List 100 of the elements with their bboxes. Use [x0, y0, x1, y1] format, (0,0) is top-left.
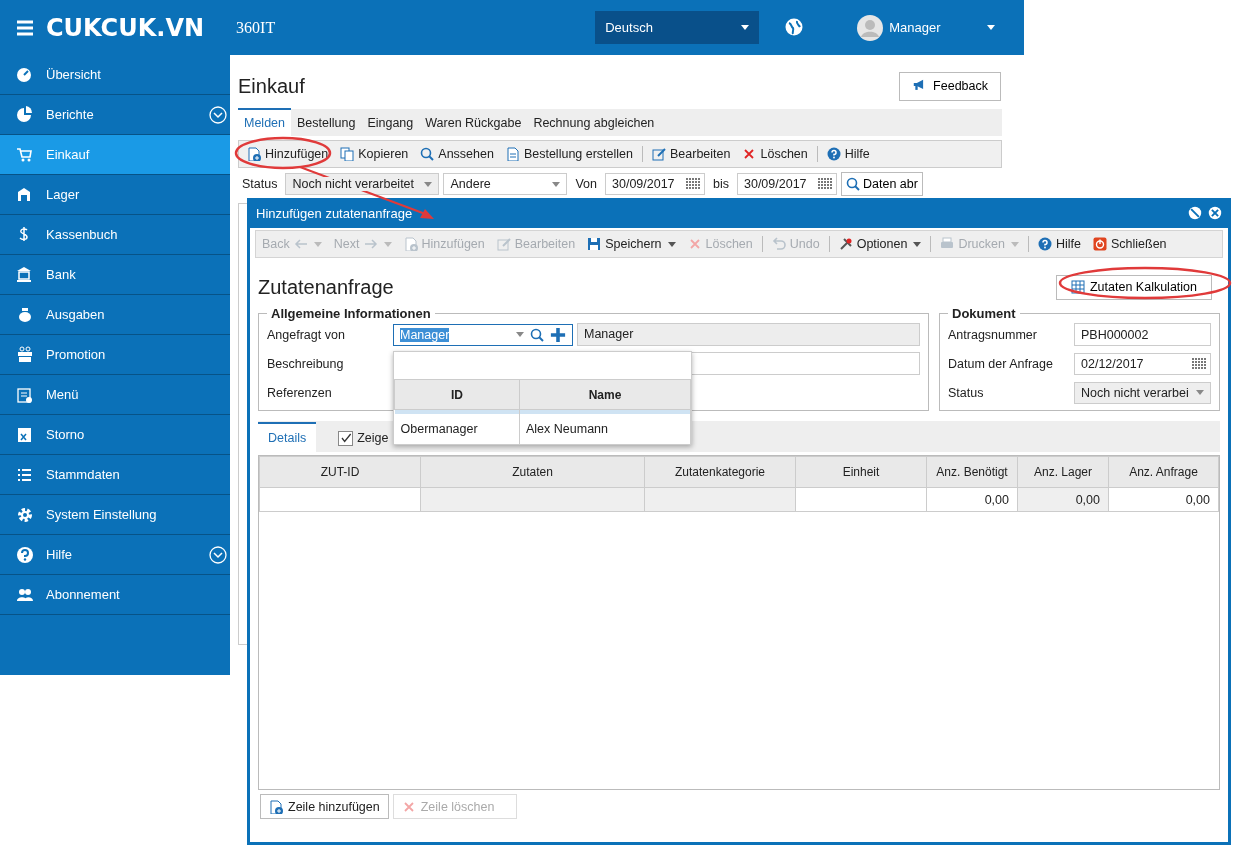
status-dropdown[interactable]: Noch nicht verarbei	[1074, 381, 1211, 404]
toolbar-button[interactable]: Kopieren	[334, 142, 415, 166]
sidebar-item[interactable]: System Einstellung	[0, 495, 230, 535]
load-data-button[interactable]: Daten abr	[841, 172, 923, 196]
dropdown-caret-icon[interactable]	[913, 241, 922, 247]
dropdown-caret-icon[interactable]	[516, 332, 524, 337]
toolbar-button[interactable]: Anssehen	[414, 142, 500, 166]
gear-icon	[16, 505, 34, 524]
delete-icon	[401, 799, 416, 814]
toolbar-button[interactable]: Schließen	[1086, 232, 1173, 256]
date-field[interactable]: 30/09/2017	[737, 173, 837, 195]
tab[interactable]: Details	[258, 422, 317, 452]
help-icon	[1037, 237, 1052, 251]
toolbar-button[interactable]: Hinzufügen	[241, 142, 335, 166]
save-icon	[587, 237, 602, 251]
add-document-icon	[403, 237, 418, 251]
column-header[interactable]: Anz. Benötigt	[926, 456, 1018, 488]
date-value: 30/09/2017	[612, 177, 675, 191]
close-icon[interactable]	[1208, 206, 1222, 220]
back-arrow-icon	[293, 237, 308, 251]
sidebar-item[interactable]: Abonnement	[0, 575, 230, 615]
sidebar-item[interactable]: Ausgaben	[0, 295, 230, 335]
tools-icon	[838, 237, 853, 251]
dropdown-caret-icon[interactable]	[552, 181, 561, 187]
column-header[interactable]: Zutatenkategorie	[644, 456, 796, 488]
tab[interactable]: Eingang	[361, 110, 420, 136]
date-value: 02/12/2017	[1081, 356, 1144, 371]
sidebar-item[interactable]: Übersicht	[0, 55, 230, 95]
calculator-icon	[1071, 280, 1085, 294]
table-cell: 0,00	[1017, 487, 1109, 512]
field-label: Antragsnummer	[948, 327, 1038, 342]
language-dropdown[interactable]: Deutsch	[595, 11, 760, 44]
bank-icon	[16, 265, 34, 284]
column-header[interactable]: Anz. Anfrage	[1108, 456, 1219, 488]
field-label: Status	[948, 385, 985, 400]
row-button[interactable]: Zeile hinzufügen	[260, 794, 389, 819]
field-label: Datum der Anfrage	[948, 356, 1054, 371]
copy-icon	[340, 147, 355, 161]
sidebar-item[interactable]: Lager	[0, 175, 230, 215]
search-icon[interactable]	[530, 327, 544, 342]
toolbar-button[interactable]: Bearbeiten	[646, 142, 737, 166]
toolbar-button[interactable]: Löschen	[736, 142, 814, 166]
request-number-field[interactable]: PBH000002	[1074, 323, 1211, 346]
gift-icon	[16, 345, 34, 364]
toolbar-button[interactable]: Hilfe	[820, 142, 876, 166]
delete-icon	[742, 147, 757, 161]
plus-icon	[550, 326, 566, 343]
search-icon	[846, 177, 860, 191]
column-header[interactable]: Einheit	[795, 456, 927, 488]
sidebar-item[interactable]: Stammdaten	[0, 455, 230, 495]
dropdown-caret-icon[interactable]	[667, 241, 676, 247]
user-name[interactable]: Manager	[889, 20, 941, 35]
status-dropdown[interactable]: Noch nicht verarbeitet	[285, 173, 440, 195]
tab[interactable]: Melden	[238, 108, 291, 136]
sidebar-item[interactable]: Bank	[0, 255, 230, 295]
help-icon	[16, 545, 34, 564]
date-field[interactable]: 02/12/2017	[1074, 352, 1211, 375]
calendar-icon[interactable]	[817, 177, 833, 191]
table-cell[interactable]: Alex Neumann	[519, 414, 691, 444]
feedback-button[interactable]: Feedback	[899, 71, 1001, 101]
column-header[interactable]: Name	[519, 379, 691, 410]
field-label: Angefragt von	[267, 327, 346, 342]
table-cell[interactable]: Obermanager	[394, 414, 520, 444]
toolbar-button[interactable]: Hilfe	[1031, 232, 1087, 256]
field-label: Status	[241, 177, 279, 191]
edit-icon	[496, 237, 511, 251]
toolbar-button[interactable]: Speichern	[581, 232, 668, 256]
add-document-icon	[269, 799, 283, 814]
tab[interactable]: Bestellung	[291, 110, 362, 136]
calendar-icon[interactable]	[1191, 356, 1207, 371]
column-header[interactable]: ZUT-ID	[259, 456, 421, 488]
field-label: bis	[712, 177, 730, 191]
column-header[interactable]: Zutaten	[420, 456, 645, 488]
date-field[interactable]: 30/09/2017	[605, 173, 705, 195]
minimize-icon[interactable]	[1188, 206, 1202, 220]
checkbox[interactable]	[338, 430, 354, 446]
sidebar-item[interactable]: Menü	[0, 375, 230, 415]
tab[interactable]: Rechnung abgleichen	[527, 110, 661, 136]
toolbar-button[interactable]: Bestellung erstellen	[499, 142, 639, 166]
dropdown-value: Andere	[450, 177, 491, 191]
table-cell: 0,00	[926, 487, 1018, 512]
undo-icon	[771, 237, 786, 251]
delete-icon	[687, 237, 702, 251]
dropdown-value: Noch nicht verarbeitet	[292, 177, 415, 191]
tab[interactable]: Waren Rückgabe	[419, 110, 528, 136]
sidebar-item[interactable]: Hilfe	[0, 535, 230, 575]
sidebar-item[interactable]: Kassenbuch	[0, 215, 230, 255]
pie-chart-icon	[16, 105, 34, 124]
sidebar-item[interactable]: Promotion	[0, 335, 230, 375]
column-header[interactable]: Anz. Lager	[1017, 456, 1109, 488]
calendar-icon[interactable]	[685, 177, 701, 191]
sidebar-item[interactable]: Storno	[0, 415, 230, 455]
column-header[interactable]: ID	[394, 379, 520, 410]
edit-icon	[652, 147, 666, 161]
date-value: 30/09/2017	[744, 177, 807, 191]
form-heading: Zutatenanfrage	[258, 275, 394, 299]
type-dropdown[interactable]: Andere	[443, 173, 568, 195]
add-document-icon	[247, 147, 261, 161]
dropdown-value: Noch nicht verarbei	[1081, 385, 1189, 400]
toolbar-button[interactable]: Optionen	[832, 232, 914, 256]
